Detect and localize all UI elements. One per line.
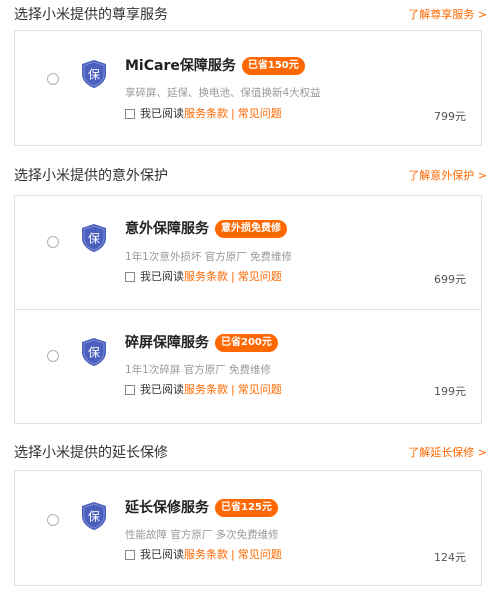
item-title: 意外保障服务	[125, 221, 209, 237]
agree-checkbox[interactable]	[125, 385, 135, 395]
terms-link[interactable]: 服务条款	[184, 106, 228, 122]
shield-icon: 保	[81, 337, 107, 367]
terms-link[interactable]: 服务条款	[184, 547, 228, 563]
shield-icon: 保	[81, 59, 107, 89]
service-option-warranty[interactable]: 保 延长保修服务 已省125元 性能故障 官方原厂 多次免费维修 我已阅读 服务…	[15, 471, 481, 587]
svg-text:保: 保	[88, 68, 100, 82]
service-option-micare[interactable]: 保 MiCare保障服务 已省150元 享碎屏、延保、换电池、保值换新4大权益 …	[15, 31, 481, 147]
learn-more-link[interactable]: 了解意外保护 >	[408, 168, 487, 184]
faq-link[interactable]: 常见问题	[238, 106, 282, 122]
service-card-extended: 保 延长保修服务 已省125元 性能故障 官方原厂 多次免费维修 我已阅读 服务…	[14, 470, 482, 586]
savings-badge: 已省200元	[215, 334, 278, 352]
link-separator: |	[231, 383, 235, 396]
svg-text:保: 保	[88, 510, 100, 524]
section-title: 选择小米提供的尊享服务	[14, 7, 168, 23]
agree-label: 我已阅读	[140, 383, 184, 396]
svg-text:保: 保	[88, 232, 100, 246]
price: 799元	[434, 110, 466, 123]
link-separator: |	[231, 107, 235, 120]
service-option-screen[interactable]: 保 碎屏保障服务 已省200元 1年1次碎屏 官方原厂 免费维修 我已阅读 服务…	[15, 310, 481, 424]
shield-icon: 保	[81, 501, 107, 531]
faq-link[interactable]: 常见问题	[238, 382, 282, 398]
item-title: MiCare保障服务	[125, 58, 236, 74]
savings-badge: 已省125元	[215, 499, 278, 517]
link-separator: |	[231, 548, 235, 561]
agree-checkbox[interactable]	[125, 272, 135, 282]
savings-badge: 已省150元	[241, 57, 305, 75]
price: 199元	[434, 385, 466, 398]
learn-more-link[interactable]: 了解尊享服务 >	[408, 7, 487, 23]
item-title: 延长保修服务	[125, 500, 209, 516]
section-header-premium: 选择小米提供的尊享服务 了解尊享服务 >	[14, 5, 487, 25]
svg-text:保: 保	[88, 346, 100, 360]
price: 124元	[434, 551, 466, 564]
faq-link[interactable]: 常见问题	[238, 547, 282, 563]
shield-icon: 保	[81, 223, 107, 253]
item-description: 1年1次碎屏 官方原厂 免费维修	[125, 364, 272, 376]
feature-badge: 意外损免费修	[215, 220, 287, 238]
item-title: 碎屏保障服务	[125, 335, 209, 351]
option-radio[interactable]	[47, 73, 59, 85]
learn-more-link[interactable]: 了解延长保修 >	[408, 445, 487, 461]
price: 699元	[434, 273, 466, 286]
faq-link[interactable]: 常见问题	[238, 269, 282, 285]
option-radio[interactable]	[47, 350, 59, 362]
agree-checkbox[interactable]	[125, 109, 135, 119]
item-description: 1年1次意外损坏 官方原厂 免费维修	[125, 251, 293, 263]
item-description: 性能故障 官方原厂 多次免费维修	[125, 529, 279, 541]
agree-row: 我已阅读 服务条款 | 常见问题	[125, 547, 282, 563]
item-description: 享碎屏、延保、换电池、保值换新4大权益	[125, 87, 321, 99]
option-radio[interactable]	[47, 236, 59, 248]
section-title: 选择小米提供的延长保修	[14, 445, 168, 461]
terms-link[interactable]: 服务条款	[184, 269, 228, 285]
agree-label: 我已阅读	[140, 107, 184, 120]
item-title-row: 意外保障服务 意外损免费修	[125, 218, 287, 240]
option-radio[interactable]	[47, 514, 59, 526]
item-title-row: 碎屏保障服务 已省200元	[125, 332, 278, 354]
terms-link[interactable]: 服务条款	[184, 382, 228, 398]
agree-row: 我已阅读 服务条款 | 常见问题	[125, 382, 282, 398]
agree-label: 我已阅读	[140, 548, 184, 561]
agree-row: 我已阅读 服务条款 | 常见问题	[125, 269, 282, 285]
service-option-accident[interactable]: 保 意外保障服务 意外损免费修 1年1次意外损坏 官方原厂 免费维修 我已阅读 …	[15, 196, 481, 309]
section-header-accident: 选择小米提供的意外保护 了解意外保护 >	[14, 166, 487, 186]
agree-checkbox[interactable]	[125, 550, 135, 560]
service-card-premium: 保 MiCare保障服务 已省150元 享碎屏、延保、换电池、保值换新4大权益 …	[14, 30, 482, 146]
service-card-accident: 保 意外保障服务 意外损免费修 1年1次意外损坏 官方原厂 免费维修 我已阅读 …	[14, 195, 482, 424]
agree-row: 我已阅读 服务条款 | 常见问题	[125, 106, 282, 122]
section-title: 选择小米提供的意外保护	[14, 168, 168, 184]
agree-label: 我已阅读	[140, 270, 184, 283]
item-title-row: MiCare保障服务 已省150元	[125, 55, 305, 77]
item-title-row: 延长保修服务 已省125元	[125, 497, 278, 519]
section-header-extended: 选择小米提供的延长保修 了解延长保修 >	[14, 443, 487, 463]
link-separator: |	[231, 270, 235, 283]
